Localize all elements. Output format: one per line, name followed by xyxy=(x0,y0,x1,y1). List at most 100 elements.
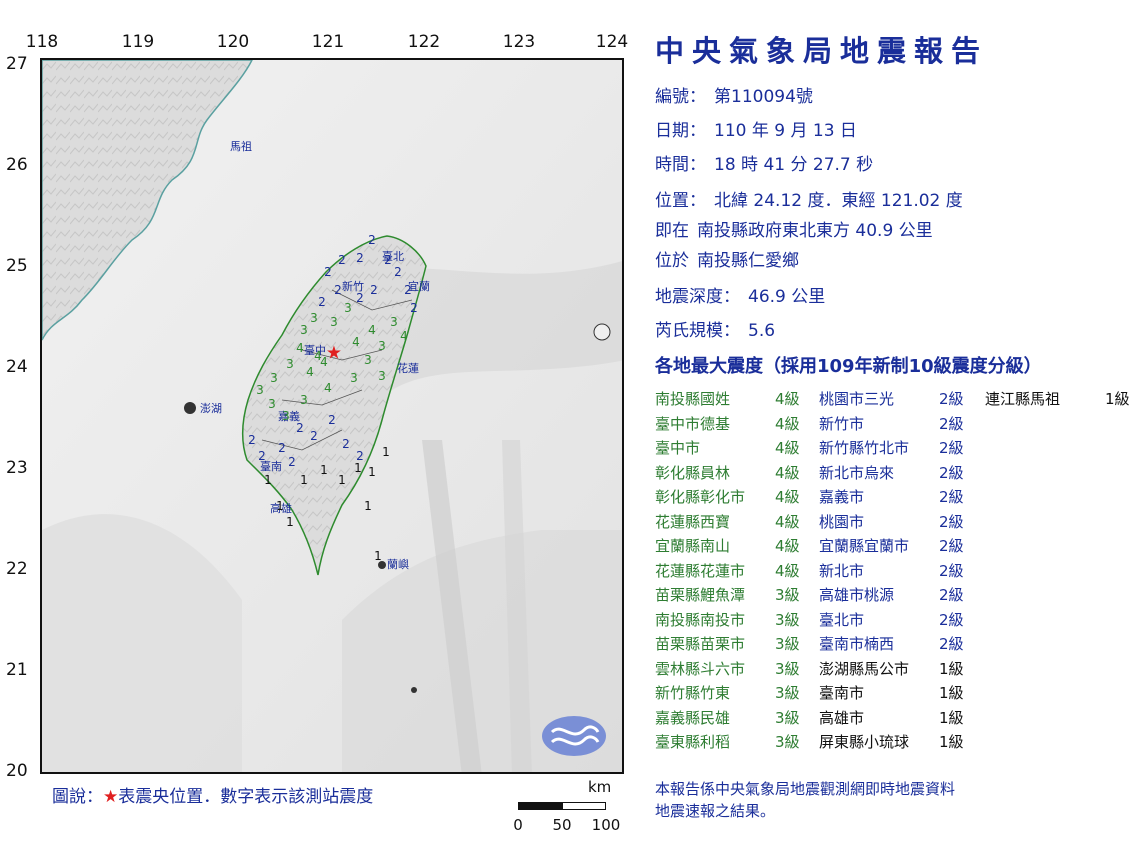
lat-tick-25: 25 xyxy=(6,256,28,276)
station-level: 2級 xyxy=(939,512,964,531)
station-intensity-mark: 4 xyxy=(296,341,304,355)
station-level: 3級 xyxy=(775,635,800,653)
station-name: 桃園市三光 xyxy=(819,390,895,408)
station-intensity-mark: 2 xyxy=(324,265,332,279)
station-name: 澎湖縣馬公市 xyxy=(819,659,910,678)
station-name: 苗栗縣苗栗市 xyxy=(655,635,746,653)
report-number: 編號： 第110094號 xyxy=(655,87,813,107)
station-level: 2級 xyxy=(939,439,964,457)
station-level: 3級 xyxy=(775,659,800,678)
station-name: 新竹市 xyxy=(819,414,865,433)
station-level: 4級 xyxy=(775,390,800,408)
station-intensity-mark: 2 xyxy=(368,233,376,247)
station-intensity-mark: 1 xyxy=(320,463,328,477)
place-label-lanyu: 蘭嶼 xyxy=(387,558,409,571)
station-level: 1級 xyxy=(939,684,964,702)
station-level: 3級 xyxy=(775,708,800,727)
station-intensity-mark: 2 xyxy=(310,429,318,443)
station-intensity-mark: 1 xyxy=(368,465,376,479)
station-level: 2級 xyxy=(939,463,964,482)
penghu-island xyxy=(184,402,196,414)
station-intensity-mark: 3 xyxy=(282,409,290,423)
station-intensity-mark: 1 xyxy=(354,461,362,475)
station-level: 3級 xyxy=(775,610,800,629)
station-name: 臺南市楠西 xyxy=(819,635,895,653)
station-level: 4級 xyxy=(775,488,800,506)
station-intensity-mark: 3 xyxy=(364,353,372,367)
report-depth: 地震深度： 46.9 公里 xyxy=(655,287,826,307)
station-intensity-mark: 2 xyxy=(328,413,336,427)
legend-star-icon: ★ xyxy=(103,787,119,807)
lat-tick-24: 24 xyxy=(6,357,28,377)
station-intensity-mark: 3 xyxy=(310,311,318,325)
station-name: 嘉義市 xyxy=(819,488,865,506)
report-at: 位於 南投縣仁愛鄉 xyxy=(655,251,799,271)
station-intensity-mark: 2 xyxy=(258,449,266,463)
station-intensity-mark: 3 xyxy=(344,301,352,315)
station-level: 4級 xyxy=(775,512,800,531)
lon-tick-122: 122 xyxy=(407,32,441,52)
map-frame: 馬祖 臺北 新竹 宜蘭 臺中 花蓮 澎湖 嘉義 臺南 高雄 蘭嶼 ★ 22222… xyxy=(40,58,624,774)
station-level: 1級 xyxy=(939,659,964,678)
lat-tick-27: 27 xyxy=(6,54,28,74)
station-intensity-mark: 4 xyxy=(368,323,376,337)
lat-tick-20: 20 xyxy=(6,761,28,781)
lon-tick-120: 120 xyxy=(216,32,250,52)
station-name: 臺東縣利稻 xyxy=(655,733,731,751)
station-name: 宜蘭縣南山 xyxy=(655,537,731,555)
epicenter-map: 118 119 120 121 122 123 124 27 26 25 24 … xyxy=(0,0,640,851)
station-intensity-mark: 3 xyxy=(256,383,264,397)
station-level: 4級 xyxy=(775,537,800,555)
lat-tick-23: 23 xyxy=(6,458,28,478)
report-date: 日期： 110 年 9 月 13 日 xyxy=(655,121,857,141)
station-intensity-mark: 3 xyxy=(300,323,308,337)
station-name: 臺中市 xyxy=(655,439,701,457)
scale-bar: km 0 50 100 xyxy=(510,778,620,838)
station-level: 2級 xyxy=(939,635,964,653)
footer-line-2: 地震速報之結果。 xyxy=(655,802,776,820)
station-name: 宜蘭縣宜蘭市 xyxy=(819,537,910,555)
intensity-grid-title: 各地最大震度（採用109年新制10級震度分級） xyxy=(655,356,1042,377)
station-intensity-mark: 2 xyxy=(338,253,346,267)
station-level: 4級 xyxy=(775,561,800,580)
scale-segment-white xyxy=(562,802,606,810)
station-intensity-mark: 3 xyxy=(390,315,398,329)
station-intensity-mark: 1 xyxy=(300,473,308,487)
station-intensity-mark: 4 xyxy=(400,329,408,343)
lon-tick-119: 119 xyxy=(121,32,155,52)
station-intensity-mark: 3 xyxy=(268,397,276,411)
station-name: 臺北市 xyxy=(819,610,865,629)
station-level: 2級 xyxy=(939,488,964,506)
station-name: 雲林縣斗六市 xyxy=(655,659,746,678)
station-name: 高雄市桃源 xyxy=(819,586,895,604)
station-name: 南投縣南投市 xyxy=(655,610,746,629)
station-intensity-mark: 3 xyxy=(378,369,386,383)
earthquake-report: 中央氣象局地震報告 編號： 第110094號 日期： 110 年 9 月 13 日 … xyxy=(655,0,1140,851)
report-magnitude: 芮氏規模： 5.6 xyxy=(655,321,776,341)
station-name: 高雄市 xyxy=(819,708,865,727)
station-intensity-mark: 2 xyxy=(356,291,364,305)
legend-prefix: 圖說： xyxy=(52,787,103,807)
station-intensity-mark: 2 xyxy=(278,441,286,455)
station-name: 新竹縣竹東 xyxy=(655,684,731,702)
station-level: 3級 xyxy=(775,586,800,604)
lon-tick-118: 118 xyxy=(25,32,59,52)
place-label-penghu: 澎湖 xyxy=(200,402,222,415)
scale-label-100: 100 xyxy=(591,816,621,834)
station-level: 2級 xyxy=(939,610,964,629)
station-name: 屏東縣小琉球 xyxy=(819,733,910,751)
station-intensity-mark: 2 xyxy=(248,433,256,447)
station-intensity-mark: 2 xyxy=(296,421,304,435)
station-level: 2級 xyxy=(939,537,964,555)
station-name: 花蓮縣西寶 xyxy=(655,512,731,531)
station-intensity-mark: 2 xyxy=(404,283,412,297)
station-intensity-mark: 2 xyxy=(334,283,342,297)
station-intensity-mark: 1 xyxy=(276,499,284,513)
station-name: 南投縣國姓 xyxy=(655,390,731,408)
epicenter-star: ★ xyxy=(325,342,343,364)
station-intensity-mark: 1 xyxy=(364,499,372,513)
station-intensity-mark: 1 xyxy=(286,515,294,529)
station-intensity-mark: 1 xyxy=(374,549,382,563)
station-level: 1級 xyxy=(939,708,964,727)
scale-unit: km xyxy=(588,778,612,796)
